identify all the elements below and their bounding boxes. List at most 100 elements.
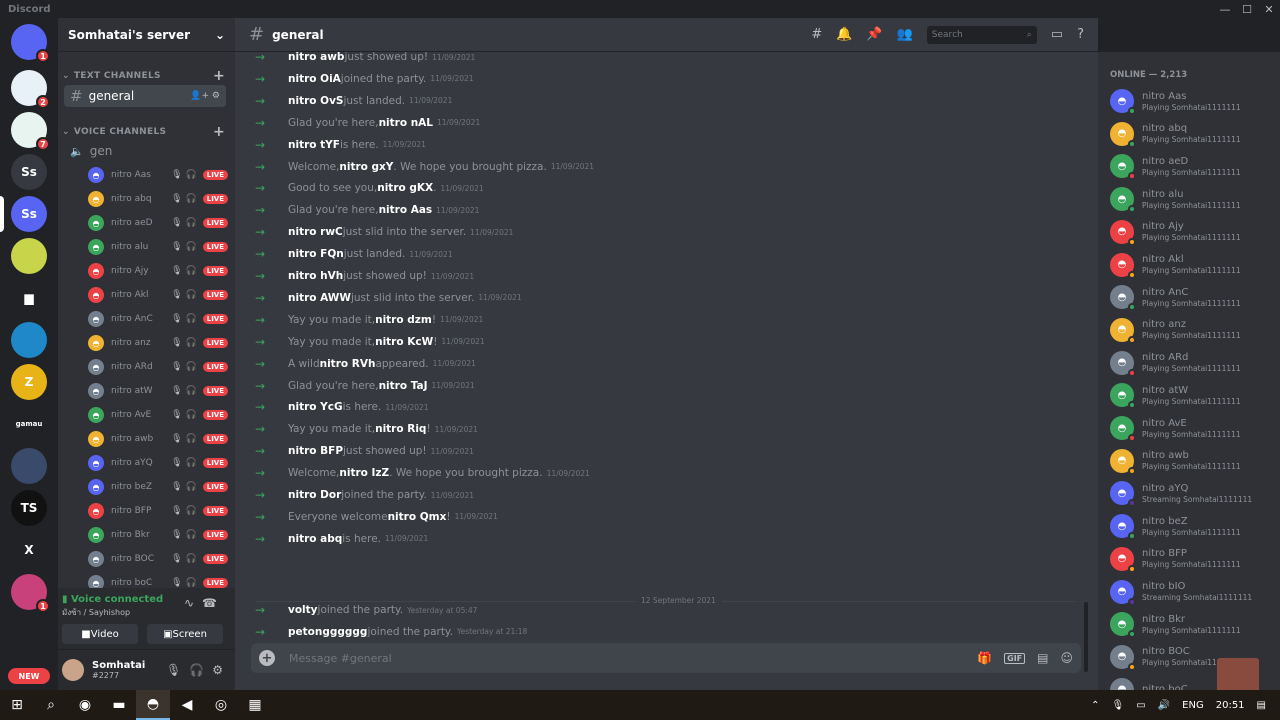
server-icon[interactable]: TS [11,490,47,526]
server-icon[interactable] [11,616,47,652]
voice-user[interactable]: ◓ nitro anz 🎙🎧 LIVE [88,332,228,354]
member-item[interactable]: ◓ nitro bIO Streaming Somhatai1111111 [1110,577,1278,607]
gif-icon[interactable]: GIF [1004,652,1026,664]
server-icon[interactable]: 2 [11,70,50,109]
clock[interactable]: 20:51 [1216,700,1245,711]
member-name[interactable]: nitro nAL [379,117,433,129]
language-indicator[interactable]: ENG [1182,700,1204,711]
voice-user[interactable]: ◓ nitro BFP 🎙🎧 LIVE [88,500,228,522]
member-item[interactable]: ◓ nitro Akl Playing Somhatai1111111 [1110,250,1278,280]
member-name[interactable]: nitro hVh [288,270,343,282]
server-header[interactable]: Somhatai's server ⌄ [58,18,235,52]
voice-user[interactable]: ◓ nitro awb 🎙🎧 LIVE [88,428,228,450]
voice-user[interactable]: ◓ nitro beZ 🎙🎧 LIVE [88,476,228,498]
member-name[interactable]: nitro TaJ [379,380,428,392]
member-name[interactable]: nitro RVh [320,358,376,370]
member-name[interactable]: nitro FQn [288,248,344,260]
voice-user[interactable]: ◓ nitro Ajy 🎙🎧 LIVE [88,260,228,282]
chrome-icon[interactable]: ◉ [68,690,102,720]
scrollbar[interactable] [1084,602,1088,672]
member-item[interactable]: ◓ nitro aeD Playing Somhatai1111111 [1110,151,1278,181]
add-channel-icon[interactable]: + [213,124,225,140]
message-input[interactable] [289,651,978,665]
member-name[interactable]: nitro gxY [339,161,393,173]
noise-suppression-icon[interactable]: ∿ [184,596,202,610]
chevron-down-icon[interactable]: ⌄ [215,28,225,42]
member-item[interactable]: ◓ nitro abq Playing Somhatai1111111 [1110,119,1278,149]
disconnect-icon[interactable]: ☎ [202,596,225,610]
chevron-up-icon[interactable]: ⌃ [1091,700,1099,711]
member-item[interactable]: ◓ nitro anz Playing Somhatai1111111 [1110,315,1278,345]
member-name[interactable]: nitro abq [288,533,342,545]
server-icon[interactable] [11,238,47,274]
member-name[interactable]: nitro YcG [288,401,343,413]
app-icon[interactable]: ▦ [238,690,272,720]
home-button[interactable]: 1 [11,24,50,63]
voice-user[interactable]: ◓ nitro AvE 🎙🎧 LIVE [88,404,228,426]
member-name[interactable]: nitro Aas [379,204,433,216]
server-icon[interactable]: 7 [11,112,50,151]
server-icon[interactable]: gamau [11,406,47,442]
volume-icon[interactable]: 🔊 [1158,700,1170,711]
file-explorer-icon[interactable]: ▬ [102,690,136,720]
microphone-icon[interactable]: 🎙 [1112,700,1125,711]
server-icon[interactable] [11,322,47,358]
server-icon[interactable]: X [11,532,47,568]
new-button[interactable]: NEW [8,668,50,684]
emoji-icon[interactable]: ☺ [1060,651,1073,665]
member-item[interactable]: ◓ nitro aYQ Streaming Somhatai1111111 [1110,478,1278,508]
member-name[interactable]: nitro gKX [377,182,433,194]
inbox-icon[interactable]: ▭ [1051,27,1063,42]
voice-user[interactable]: ◓ nitro AnC 🎙🎧 LIVE [88,308,228,330]
member-item[interactable]: ◓ nitro Ajy Playing Somhatai1111111 [1110,217,1278,247]
member-name[interactable]: petongggggg [288,626,367,638]
member-name[interactable]: nitro rwC [288,226,343,238]
member-item[interactable]: ◓ nitro Bkr Playing Somhatai1111111 [1110,609,1278,639]
member-item[interactable]: ◓ nitro alu Playing Somhatai1111111 [1110,184,1278,214]
members-icon[interactable]: 👥 [897,27,913,42]
voice-channel-gen[interactable]: 🔈 gen [64,140,226,162]
discord-taskbar-icon[interactable]: ◓ [136,690,170,720]
pin-icon[interactable]: 📌 [866,27,882,42]
server-icon[interactable]: Z [11,364,47,400]
voice-user[interactable]: ◓ nitro aYQ 🎙🎧 LIVE [88,452,228,474]
vscode-icon[interactable]: ◀ [170,690,204,720]
member-item[interactable]: ◓ nitro awb Playing Somhatai1111111 [1110,446,1278,476]
member-name[interactable]: nitro IzZ [339,467,389,479]
gift-icon[interactable]: 🎁 [977,651,992,665]
member-item[interactable]: ◓ nitro beZ Playing Somhatai1111111 [1110,511,1278,541]
sticker-icon[interactable]: ▤ [1037,651,1048,665]
member-item[interactable]: ◓ nitro AvE Playing Somhatai1111111 [1110,413,1278,443]
channel-general[interactable]: # general 👤+ ⚙ [64,85,226,107]
category-voice-channels[interactable]: ⌄ VOICE CHANNELS + [62,124,225,140]
minimize-button[interactable]: — [1214,0,1236,18]
server-icon[interactable]: Ss [11,196,47,232]
member-name[interactable]: nitro KcW [375,336,433,348]
member-item[interactable]: ◓ nitro Aas Playing Somhatai1111111 [1110,86,1278,116]
member-item[interactable]: ◓ nitro BFP Playing Somhatai1111111 [1110,544,1278,574]
member-name[interactable]: nitro Qmx [388,511,447,523]
obs-icon[interactable]: ◎ [204,690,238,720]
search-input[interactable]: Search ⌕ [926,25,1037,44]
avatar[interactable] [62,659,84,681]
voice-user[interactable]: ◓ nitro aeD 🎙🎧 LIVE [88,212,228,234]
member-name[interactable]: nitro tYF [288,139,340,151]
member-name[interactable]: nitro BFP [288,445,343,457]
voice-user[interactable]: ◓ nitro BOC 🎙🎧 LIVE [88,548,228,570]
voice-user[interactable]: ◓ nitro Akl 🎙🎧 LIVE [88,284,228,306]
close-button[interactable]: ✕ [1258,0,1280,18]
windows-start-icon[interactable]: ⊞ [0,690,34,720]
maximize-button[interactable]: ☐ [1236,0,1258,18]
threads-icon[interactable]: # [811,27,822,42]
add-channel-icon[interactable]: + [213,68,225,84]
category-text-channels[interactable]: ⌄ TEXT CHANNELS + [62,68,225,84]
voice-user[interactable]: ◓ nitro atW 🎙🎧 LIVE [88,380,228,402]
member-item[interactable]: ◓ nitro AnC Playing Somhatai1111111 [1110,282,1278,312]
voice-user[interactable]: ◓ nitro Bkr 🎙🎧 LIVE [88,524,228,546]
member-item[interactable]: ◓ nitro ARd Playing Somhatai1111111 [1110,348,1278,378]
invite-settings-icons[interactable]: 👤+ ⚙ [190,91,220,101]
member-name[interactable]: nitro AWW [288,292,351,304]
gear-icon[interactable]: ⚙ [212,663,231,677]
network-icon[interactable]: ▭ [1136,700,1145,711]
bell-icon[interactable]: 🔔 [836,27,852,42]
